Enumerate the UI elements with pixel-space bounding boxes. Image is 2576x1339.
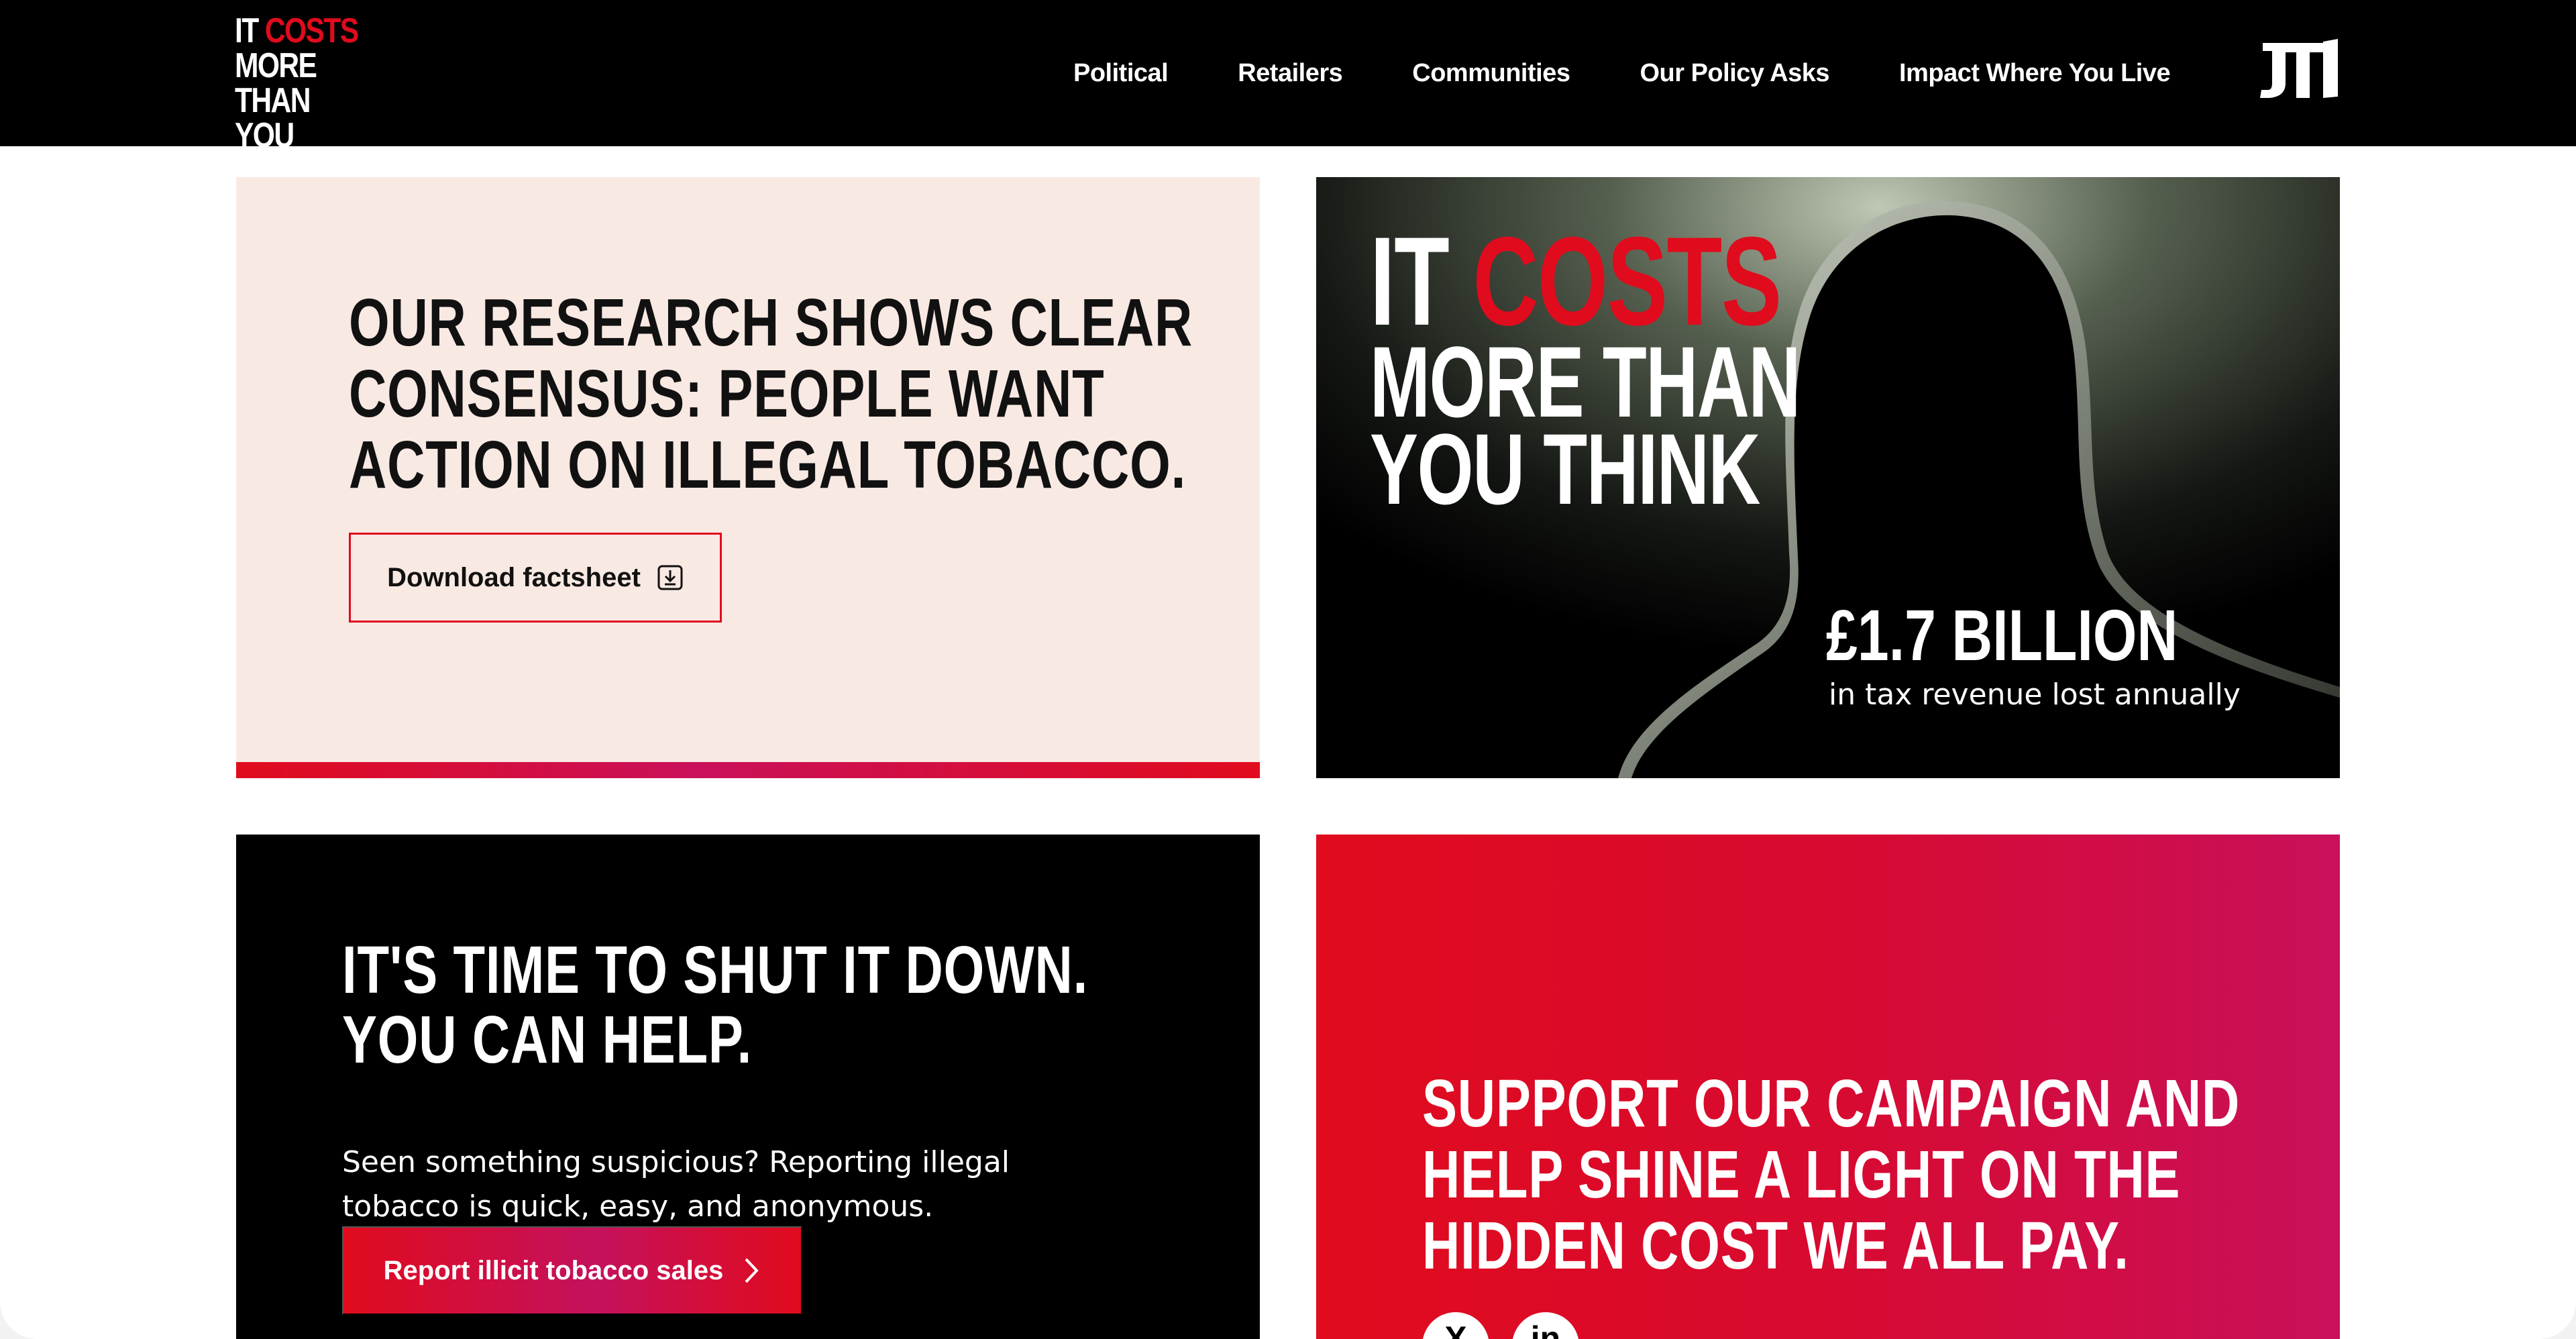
stat-caption: in tax revenue lost annually bbox=[1829, 678, 2241, 712]
report-heading-line2: YOU CAN HELP. bbox=[342, 1002, 753, 1077]
download-factsheet-button[interactable]: Download factsheet bbox=[349, 533, 722, 623]
download-icon bbox=[657, 565, 683, 590]
research-heading: OUR RESEARCH SHOWS CLEAR CONSENSUS: PEOP… bbox=[349, 285, 1193, 502]
nav-item-communities[interactable]: Communities bbox=[1412, 59, 1570, 88]
campaign-card: SUPPORT OUR CAMPAIGN AND HELP SHINE A LI… bbox=[1316, 835, 2340, 1339]
nav-item-retailers[interactable]: Retailers bbox=[1238, 59, 1343, 88]
logo-line2: MORE THAN bbox=[235, 46, 317, 120]
page: IT COSTS MORE THAN YOU THINK Political R… bbox=[0, 0, 2576, 1339]
report-button-label: Report illicit tobacco sales bbox=[383, 1255, 724, 1285]
gradient-accent-bar bbox=[236, 762, 1260, 778]
report-heading: IT'S TIME TO SHUT IT DOWN. YOU CAN HELP. bbox=[342, 935, 1205, 1075]
nav-item-political[interactable]: Political bbox=[1073, 59, 1169, 88]
jti-logo-icon[interactable] bbox=[2251, 36, 2342, 103]
stat-value: £1.7 BILLION bbox=[1826, 594, 2178, 676]
hero-title-line3: YOU THINK bbox=[1370, 413, 1760, 525]
report-body-text: Seen something suspicious? Reporting ill… bbox=[342, 1145, 1010, 1224]
report-card: IT'S TIME TO SHUT IT DOWN. YOU CAN HELP.… bbox=[236, 835, 1260, 1339]
research-card: OUR RESEARCH SHOWS CLEAR CONSENSUS: PEOP… bbox=[236, 177, 1260, 778]
x-icon: X bbox=[1444, 1320, 1467, 1339]
main-nav: Political Retailers Communities Our Poli… bbox=[1073, 0, 2171, 146]
nav-item-impact-where-you-live[interactable]: Impact Where You Live bbox=[1899, 59, 2171, 88]
hero-campaign-title: IT COSTS MORE THAN YOU THINK bbox=[1370, 218, 1801, 525]
hero-card: IT COSTS MORE THAN YOU THINK £1.7 BILLIO… bbox=[1316, 177, 2340, 778]
linkedin-icon: in bbox=[1530, 1320, 1561, 1339]
chevron-right-icon bbox=[745, 1258, 759, 1283]
nav-item-policy-asks[interactable]: Our Policy Asks bbox=[1640, 59, 1829, 88]
report-heading-line1: IT'S TIME TO SHUT IT DOWN. bbox=[342, 932, 1089, 1008]
site-header: IT COSTS MORE THAN YOU THINK Political R… bbox=[0, 0, 2576, 188]
site-logo[interactable]: IT COSTS MORE THAN YOU THINK bbox=[235, 11, 367, 188]
report-illicit-tobacco-button[interactable]: Report illicit tobacco sales bbox=[342, 1226, 802, 1315]
download-factsheet-label: Download factsheet bbox=[387, 562, 641, 592]
x-share-button[interactable]: X bbox=[1422, 1312, 1489, 1339]
linkedin-share-button[interactable]: in bbox=[1512, 1312, 1579, 1339]
logo-line1-a: IT bbox=[235, 11, 259, 50]
campaign-heading: SUPPORT OUR CAMPAIGN AND HELP SHINE A LI… bbox=[1422, 1066, 2241, 1283]
logo-line1-b: COSTS bbox=[264, 11, 359, 50]
